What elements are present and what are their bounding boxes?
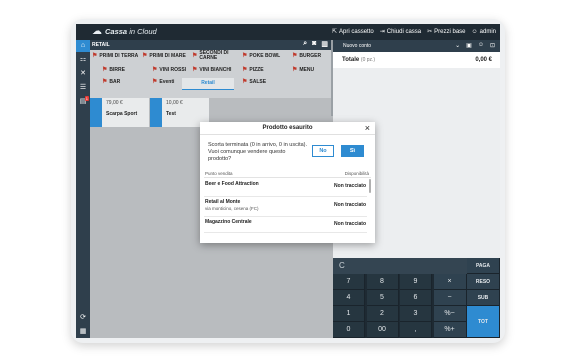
- stock-location-address: via monticino, cesena (FC): [205, 206, 259, 211]
- stock-row: Beer e Food Attraction Non tracciato: [204, 179, 367, 197]
- stock-row: Magazzino Centrale Non tracciato: [204, 217, 367, 233]
- stock-status: Non tracciato: [334, 221, 366, 227]
- dialog-message: Scorta terminata (0 in arrivo, 0 in usci…: [208, 142, 308, 162]
- stock-location-name: Retail al Monte: [205, 199, 241, 205]
- yes-button[interactable]: Sì: [341, 145, 364, 157]
- stock-row: Retail al Monte via monticino, cesena (FC…: [204, 197, 367, 217]
- app-screen: ☁ Cassa in Cloud ⇱ Apri cassetto ⇥ Chiudi c…: [76, 24, 500, 338]
- dialog-scrollbar[interactable]: [369, 179, 371, 193]
- col-point: Punto vendita: [205, 171, 233, 176]
- close-icon[interactable]: ×: [365, 122, 370, 135]
- stock-location-name: Magazzino Centrale: [205, 219, 252, 225]
- stock-location-name: Beer e Food Attraction: [205, 181, 259, 187]
- col-availability: Disponibilità: [344, 171, 369, 176]
- stock-table-header: Punto vendita Disponibilità: [204, 170, 371, 178]
- dialog-title: Prodotto esaurito: [262, 125, 313, 131]
- stock-status: Non tracciato: [334, 183, 366, 189]
- no-button[interactable]: No: [312, 145, 334, 157]
- stock-status: Non tracciato: [334, 202, 366, 208]
- dialog-header: Prodotto esaurito ×: [200, 122, 375, 135]
- out-of-stock-dialog: Prodotto esaurito × Scorta terminata (0 …: [200, 122, 375, 243]
